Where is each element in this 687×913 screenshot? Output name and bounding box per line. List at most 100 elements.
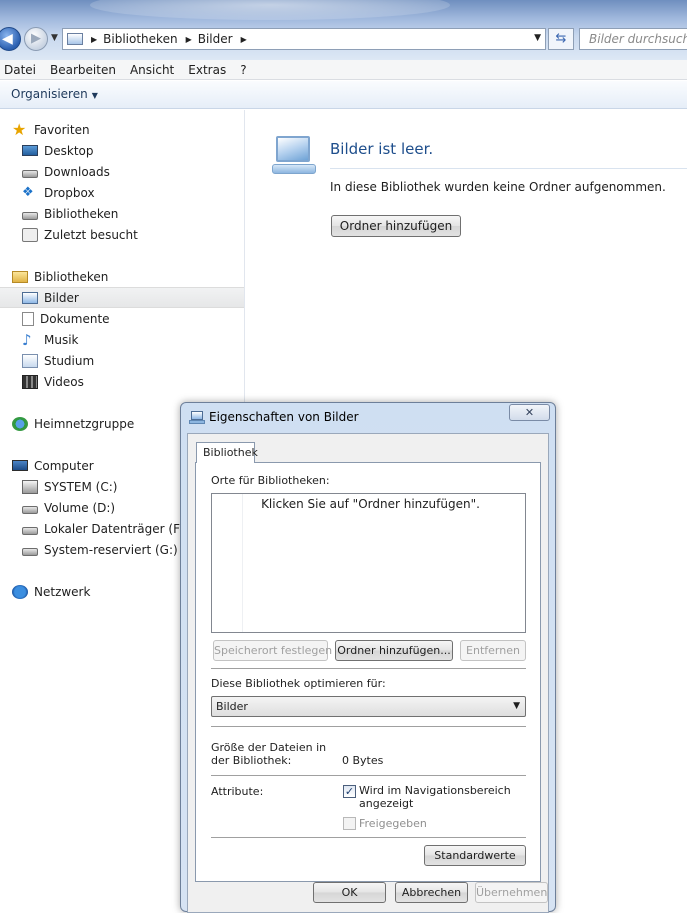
search-input[interactable]: Bilder durchsuchen [579,28,687,50]
breadcrumb-separator-icon[interactable]: ▶ [186,35,192,44]
divider [211,837,526,838]
menu-edit[interactable]: Bearbeiten [50,63,116,77]
locations-label: Orte für Bibliotheken: [211,474,330,487]
desktop-icon [22,145,38,156]
nav-label: Volume (D:) [44,500,116,515]
menu-file[interactable]: Datei [4,63,36,77]
breadcrumb-bibliotheken[interactable]: Bibliotheken [103,32,177,46]
documents-icon [22,311,34,326]
attributes-label: Attribute: [211,785,264,798]
nav-label: Musik [44,332,79,347]
libraries-icon [12,270,28,283]
apply-button[interactable]: Übernehmen [475,882,548,903]
empty-message: In diese Bibliothek wurden keine Ordner … [330,180,666,194]
divider [211,726,526,727]
nav-label: Dokumente [40,311,110,326]
optimize-label: Diese Bibliothek optimieren für: [211,677,386,690]
breadcrumb-separator-icon[interactable]: ▶ [241,35,247,44]
nav-item-desktop[interactable]: Desktop [0,140,244,161]
cancel-button[interactable]: Abbrechen [395,882,468,903]
organize-label: Organisieren [11,87,88,101]
dialog-add-folder-button[interactable]: Ordner hinzufügen... [335,640,453,661]
size-label: Größe der Dateien in der Bibliothek: [211,741,327,767]
back-arrow-icon: ◀ [2,31,13,47]
library-pictures-icon [189,411,205,425]
divider [330,168,687,169]
add-folder-button[interactable]: Ordner hinzufügen [331,215,461,237]
computer-icon [12,460,28,471]
divider [211,775,526,776]
breadcrumb-separator-icon[interactable]: ▶ [91,35,97,44]
nav-label: Bibliotheken [44,206,119,221]
divider [211,668,526,669]
network-icon [12,584,28,599]
nav-label: Dropbox [44,185,95,200]
library-icon [22,353,38,368]
nav-label: Downloads [44,164,110,179]
forward-arrow-icon: ▶ [31,31,41,46]
system-drive-icon [22,479,38,494]
optimize-select[interactable]: Bilder ▼ [211,696,526,717]
menu-help[interactable]: ? [240,63,246,77]
ok-button[interactable]: OK [313,882,386,903]
nav-label: Lokaler Datenträger (F:) [44,521,188,536]
nav-label: Videos [44,374,84,389]
empty-title: Bilder ist leer. [330,140,434,158]
drive-icon [22,526,38,535]
address-dropdown-icon[interactable]: ▼ [534,33,541,43]
homegroup-icon [12,416,28,431]
nav-libraries[interactable]: Bibliotheken [0,266,244,287]
refresh-button[interactable]: ⇆ [548,28,574,50]
dropbox-icon: ❖ [22,184,34,200]
nav-label: Favoriten [34,122,90,137]
shared-label: Freigegeben [359,817,427,830]
menu-view[interactable]: Ansicht [130,63,174,77]
close-button[interactable]: ✕ [509,404,550,421]
show-in-nav-checkbox[interactable]: ✓ [343,785,356,798]
tab-bibliothek[interactable]: Bibliothek [196,442,258,463]
nav-item-videos[interactable]: Videos [0,371,244,392]
nav-item-bibliotheken-fav[interactable]: Bibliotheken [0,203,244,224]
nav-label: Bilder [44,290,79,305]
nav-item-dokumente[interactable]: Dokumente [0,308,244,329]
menu-tools[interactable]: Extras [188,63,226,77]
nav-favorites[interactable]: ★ Favoriten [0,119,244,140]
show-in-nav-label: Wird im Navigationsbereich angezeigt [359,784,511,810]
star-icon: ★ [12,119,27,139]
dialog-title: Eigenschaften von Bilder [209,410,359,424]
address-bar[interactable]: ▶ Bibliotheken ▶ Bilder ▶ ▼ [62,28,546,50]
recent-places-icon [22,227,38,242]
nav-item-recent[interactable]: Zuletzt besucht [0,224,244,245]
drive-icon [22,505,38,514]
titlebar-glow [90,0,450,20]
nav-item-dropbox[interactable]: ❖ Dropbox [0,182,244,203]
restore-defaults-button[interactable]: Standardwerte [424,845,526,866]
set-save-location-button[interactable]: Speicherort festlegen [213,640,332,661]
locations-hint: Klicken Sie auf "Ordner hinzufügen". [261,497,480,511]
remove-button[interactable]: Entfernen [460,640,526,661]
locations-list[interactable]: Klicken Sie auf "Ordner hinzufügen". [211,493,526,633]
nav-label: Zuletzt besucht [44,227,138,242]
chevron-down-icon: ▼ [91,91,98,100]
nav-item-musik[interactable]: ♪ Musik [0,329,244,350]
breadcrumb-bilder[interactable]: Bilder [198,32,233,46]
nav-item-downloads[interactable]: Downloads [0,161,244,182]
properties-dialog: Eigenschaften von Bilder ✕ Bibliothek Or… [180,402,556,913]
history-dropdown-icon[interactable]: ▼ [51,33,58,43]
shared-checkbox[interactable] [343,817,356,830]
back-button[interactable]: ◀ [0,27,21,51]
tab-panel: Orte für Bibliotheken: Klicken Sie auf "… [195,462,541,882]
list-column-divider [242,494,243,632]
drive-icon [22,211,38,220]
window-titlebar: ◀ ▶ ▼ ▶ Bibliotheken ▶ Bilder ▶ ▼ ⇆ Bild… [0,0,687,60]
menu-bar: Datei Bearbeiten Ansicht Extras ? [0,60,687,80]
chevron-down-icon: ▼ [513,701,520,711]
forward-button[interactable]: ▶ [24,27,48,51]
drive-icon [22,547,38,556]
nav-item-bilder[interactable]: Bilder [0,287,244,308]
nav-label: SYSTEM (C:) [44,479,118,494]
organize-button[interactable]: Organisieren ▼ [11,87,98,101]
nav-item-studium[interactable]: Studium [0,350,244,371]
library-pictures-icon [67,33,83,45]
optimize-value: Bilder [216,700,248,713]
